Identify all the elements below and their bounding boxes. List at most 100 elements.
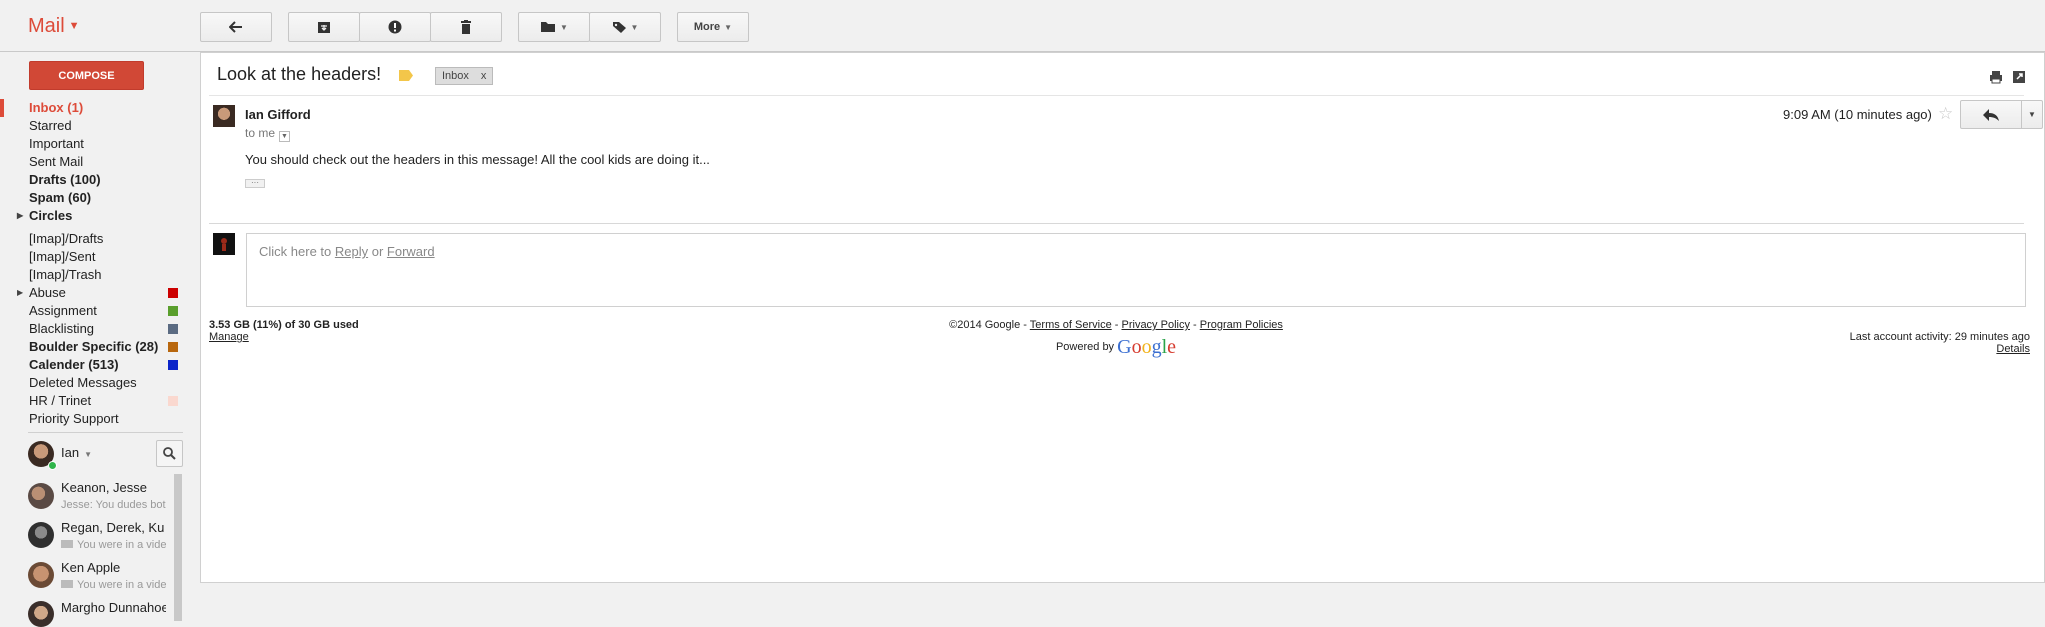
nav-label: Sent Mail: [29, 154, 84, 169]
contact-name: Regan, Derek, Ku: [61, 520, 165, 535]
avatar-figure-icon: [221, 238, 227, 251]
top-toolbar: Mail ▼ ▼ ▼ More ▼: [0, 0, 2045, 52]
account-activity: Last account activity: 29 minutes ago De…: [1850, 331, 2030, 355]
nav-circles[interactable]: ▶ Circles: [0, 207, 190, 225]
program-policies-link[interactable]: Program Policies: [1200, 319, 1283, 331]
google-logo: Google: [1117, 336, 1177, 358]
sender-avatar[interactable]: [213, 105, 235, 127]
nav-imap-drafts[interactable]: [Imap]/Drafts: [0, 230, 190, 248]
nav-label: Calender (513): [29, 357, 119, 372]
nav-drafts[interactable]: Drafts (100): [0, 171, 190, 189]
bottom-strip: [200, 583, 2045, 621]
nav-label: Circles: [29, 208, 73, 223]
contact-preview-text: You were in a vide: [77, 539, 167, 551]
caret-down-icon: ▼: [84, 450, 92, 459]
message-more-button[interactable]: ▼: [2021, 100, 2043, 129]
nav-label: Drafts (100): [29, 172, 101, 187]
label-color-swatch[interactable]: [168, 360, 178, 370]
star-icon[interactable]: ☆: [1938, 104, 1953, 124]
nav-blacklisting[interactable]: Blacklisting: [0, 320, 190, 338]
subject-divider: [209, 95, 2024, 96]
expand-triangle-icon[interactable]: ▶: [17, 284, 23, 302]
caret-down-icon: ▼: [630, 22, 639, 32]
label-color-swatch[interactable]: [168, 324, 178, 334]
back-button[interactable]: [200, 12, 272, 42]
nav-label: Deleted Messages: [29, 375, 137, 390]
nav-label: Important: [29, 136, 84, 151]
manage-storage-link[interactable]: Manage: [209, 331, 359, 343]
report-spam-button[interactable]: [359, 12, 431, 42]
reply-link[interactable]: Reply: [335, 244, 368, 259]
sender-name[interactable]: Ian Gifford: [245, 107, 311, 122]
nav-imap-sent[interactable]: [Imap]/Sent: [0, 248, 190, 266]
show-details-button[interactable]: ▼: [279, 131, 291, 142]
mail-app-menu[interactable]: Mail ▼: [28, 15, 80, 38]
labels-button[interactable]: ▼: [589, 12, 661, 42]
mail-menu-label: Mail: [28, 15, 65, 37]
message-time: 9:09 AM (10 minutes ago): [1783, 107, 1932, 122]
delete-button[interactable]: [430, 12, 502, 42]
expand-triangle-icon[interactable]: ▶: [17, 207, 23, 225]
archive-icon: [318, 21, 330, 33]
message-body: You should check out the headers in this…: [245, 152, 710, 167]
label-color-swatch[interactable]: [168, 306, 178, 316]
compose-button[interactable]: COMPOSE: [29, 61, 144, 90]
important-marker-icon[interactable]: [399, 70, 413, 81]
chat-scrollbar[interactable]: [174, 474, 182, 621]
reply-icon: [1983, 108, 1999, 121]
reply-prompt: Click here to Reply or Forward: [259, 244, 435, 259]
activity-details-link[interactable]: Details: [1996, 343, 2030, 355]
reply-prompt-or: or: [368, 244, 387, 259]
more-button-label: More: [693, 21, 721, 33]
forward-link[interactable]: Forward: [387, 244, 435, 259]
chat-search-button[interactable]: [156, 440, 183, 467]
footer-legal: ©2014 Google - Terms of Service - Privac…: [801, 319, 1431, 331]
caret-down-icon: ▼: [724, 22, 733, 32]
nav-inbox[interactable]: Inbox (1): [0, 99, 190, 117]
caret-down-icon: ▼: [2028, 110, 2036, 119]
nav-important[interactable]: Important: [0, 135, 190, 153]
nav-label: Spam (60): [29, 190, 92, 205]
privacy-link[interactable]: Privacy Policy: [1122, 319, 1190, 331]
new-window-icon[interactable]: [2012, 70, 2026, 84]
powered-by: Powered by Google: [801, 336, 1431, 359]
nav-priority-support[interactable]: Priority Support: [0, 410, 190, 428]
storage-usage: 3.53 GB (11%) of 30 GB used: [209, 319, 359, 331]
nav-hr-trinet[interactable]: HR / Trinet: [0, 392, 190, 410]
print-icon[interactable]: [1989, 70, 2003, 84]
show-trimmed-content-button[interactable]: ···: [245, 179, 265, 188]
nav-calender[interactable]: Calender (513): [0, 356, 190, 374]
footer-links: ©2014 Google - Terms of Service - Privac…: [801, 319, 1431, 359]
nav-starred[interactable]: Starred: [0, 117, 190, 135]
terms-link[interactable]: Terms of Service: [1030, 319, 1112, 331]
powered-by-text: Powered by: [1055, 341, 1118, 353]
more-button[interactable]: More ▼: [677, 12, 749, 42]
contact-preview-text: You were in a vide: [77, 579, 167, 591]
chat-status-menu[interactable]: Ian ▼: [61, 445, 92, 460]
contact-avatar: [28, 562, 54, 588]
nav-label: Inbox (1): [29, 100, 84, 115]
nav-boulder-specific[interactable]: Boulder Specific (28): [0, 338, 190, 356]
video-icon: [61, 540, 73, 548]
move-to-button[interactable]: ▼: [518, 12, 590, 42]
nav-label: [Imap]/Sent: [29, 249, 96, 264]
tag-icon: [612, 21, 626, 33]
archive-button[interactable]: [288, 12, 360, 42]
reply-prompt-prefix: Click here to: [259, 244, 335, 259]
nav-label: Blacklisting: [29, 321, 95, 336]
nav-abuse[interactable]: ▶ Abuse: [0, 284, 190, 302]
nav-sent-mail[interactable]: Sent Mail: [0, 153, 190, 171]
remove-label-button[interactable]: x: [481, 70, 487, 82]
nav-deleted-messages[interactable]: Deleted Messages: [0, 374, 190, 392]
online-status-icon: [48, 461, 57, 470]
video-icon: [61, 580, 73, 588]
label-color-swatch[interactable]: [168, 396, 178, 406]
reply-box[interactable]: Click here to Reply or Forward: [246, 233, 2026, 307]
label-color-swatch[interactable]: [168, 342, 178, 352]
nav-spam[interactable]: Spam (60): [0, 189, 190, 207]
nav-imap-trash[interactable]: [Imap]/Trash: [0, 266, 190, 284]
label-color-swatch[interactable]: [168, 288, 178, 298]
reply-button[interactable]: [1960, 100, 2022, 129]
contact-preview: Jesse: You dudes bot: [61, 499, 166, 511]
nav-assignment[interactable]: Assignment: [0, 302, 190, 320]
